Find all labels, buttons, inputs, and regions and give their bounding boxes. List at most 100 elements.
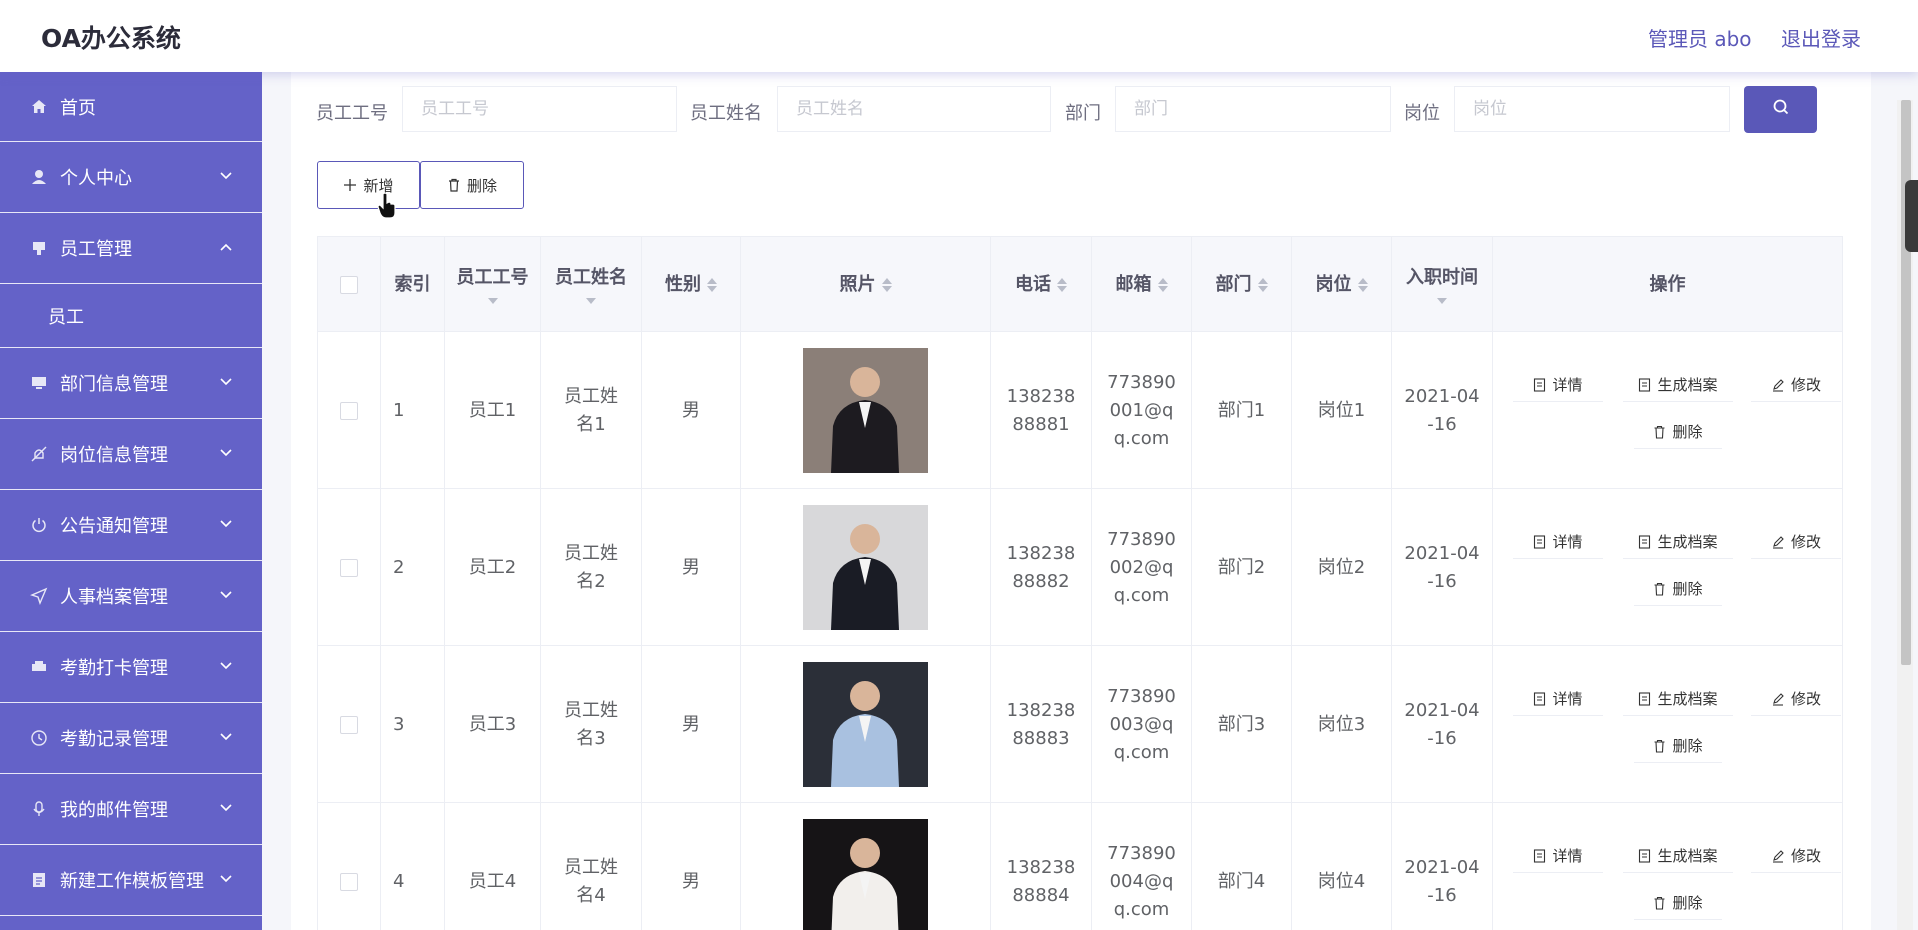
edit-button[interactable]: 修改 <box>1751 368 1841 402</box>
cell-index: 4 <box>381 803 445 930</box>
edit-icon <box>1771 849 1785 863</box>
user-icon <box>29 167 49 187</box>
row-checkbox[interactable] <box>340 558 358 577</box>
sidebar-item-attendance-punch[interactable]: 考勤打卡管理 <box>0 632 262 703</box>
select-all-checkbox[interactable] <box>340 276 358 294</box>
detail-button[interactable]: 详情 <box>1513 368 1603 402</box>
cell-email: 773890003@qq.com <box>1092 646 1192 803</box>
cell-post: 岗位1 <box>1292 332 1392 489</box>
table-row: 1 员工1 员工姓名1 男 13823888881 773890001@qq.com 部门1… <box>317 332 1843 489</box>
side-handle <box>1905 180 1918 252</box>
header-email[interactable]: 邮箱 <box>1092 237 1192 333</box>
header-phone[interactable]: 电话 <box>991 237 1092 333</box>
archive-icon <box>1638 848 1651 863</box>
cell-hire-date: 2021-04-16 <box>1392 332 1493 489</box>
sort-icon <box>586 298 596 304</box>
sort-icon <box>707 278 717 292</box>
row-delete-button[interactable]: 删除 <box>1634 415 1722 449</box>
top-header: OA办公系统 管理员 abo 退出登录 <box>0 0 1918 72</box>
logout-link[interactable]: 退出登录 <box>1781 23 1861 52</box>
cell-email: 773890004@qq.com <box>1092 803 1192 930</box>
bell-off-icon <box>29 444 49 464</box>
header-emp-no[interactable]: 员工工号 <box>445 237 541 333</box>
sort-icon <box>487 298 498 304</box>
search-input-post[interactable] <box>1454 86 1730 132</box>
chevron-down-icon <box>216 585 236 605</box>
header-dept[interactable]: 部门 <box>1192 237 1292 333</box>
search-input-emp-name[interactable] <box>777 86 1051 132</box>
header-emp-name[interactable]: 员工姓名 <box>541 237 642 333</box>
sidebar-item-notice[interactable]: 公告通知管理 <box>0 490 262 561</box>
cell-actions: 详情 生成档案 修改 删除 <box>1493 646 1842 803</box>
generate-archive-button[interactable]: 生成档案 <box>1623 839 1733 873</box>
sidebar-item-profile[interactable]: 个人中心 <box>0 142 262 213</box>
row-checkbox[interactable] <box>340 715 358 734</box>
employee-photo[interactable] <box>803 505 928 630</box>
edit-button[interactable]: 修改 <box>1751 839 1841 873</box>
sort-icon <box>881 278 892 292</box>
document-icon <box>29 870 49 890</box>
cell-dept: 部门1 <box>1192 332 1292 489</box>
search-input-emp-no[interactable] <box>402 86 677 132</box>
generate-archive-button[interactable]: 生成档案 <box>1623 368 1733 402</box>
row-checkbox[interactable] <box>340 872 358 891</box>
cell-photo <box>741 489 991 646</box>
cell-phone: 13823888881 <box>991 332 1092 489</box>
search-label-post: 岗位 <box>1404 103 1440 124</box>
sidebar-subitem-employee[interactable]: 员工 <box>0 284 262 348</box>
header-hire-date[interactable]: 入职时间 <box>1392 237 1493 333</box>
sidebar-item-department[interactable]: 部门信息管理 <box>0 348 262 419</box>
edit-button[interactable]: 修改 <box>1751 682 1841 716</box>
row-checkbox[interactable] <box>340 401 358 420</box>
employee-photo[interactable] <box>803 819 928 930</box>
row-delete-button[interactable]: 删除 <box>1634 729 1722 763</box>
trash-icon <box>1653 739 1666 753</box>
cell-gender: 男 <box>642 332 741 489</box>
row-delete-button[interactable]: 删除 <box>1634 886 1722 920</box>
header-photo[interactable]: 照片 <box>741 237 991 333</box>
batch-delete-button[interactable]: 删除 <box>420 161 524 209</box>
cell-dept: 部门2 <box>1192 489 1292 646</box>
add-button[interactable]: 新增 <box>317 161 420 209</box>
generate-archive-button[interactable]: 生成档案 <box>1623 525 1733 559</box>
sidebar-item-position[interactable]: 岗位信息管理 <box>0 419 262 490</box>
sort-icon <box>1057 278 1067 292</box>
archive-icon <box>1638 377 1651 392</box>
archive-icon <box>1638 534 1651 549</box>
row-delete-button[interactable]: 删除 <box>1634 572 1722 606</box>
power-icon <box>29 515 49 535</box>
document-icon <box>1533 534 1546 549</box>
cell-actions: 详情 生成档案 修改 删除 <box>1493 803 1842 930</box>
cell-emp-name: 员工姓名3 <box>541 646 642 803</box>
employee-photo[interactable] <box>803 348 928 473</box>
cell-phone: 13823888884 <box>991 803 1092 930</box>
search-label-emp-no: 员工工号 <box>316 103 388 124</box>
employee-photo[interactable] <box>803 662 928 787</box>
sidebar-item-home[interactable]: 首页 <box>0 72 262 142</box>
document-icon <box>1533 691 1546 706</box>
cell-emp-no: 员工4 <box>445 803 541 930</box>
sidebar-item-staff[interactable]: 员工管理 <box>0 213 262 284</box>
sidebar-item-mail[interactable]: 我的邮件管理 <box>0 774 262 845</box>
sidebar-item-attendance-record[interactable]: 考勤记录管理 <box>0 703 262 774</box>
sidebar-item-work-template[interactable]: 新建工作模板管理 <box>0 845 262 916</box>
detail-button[interactable]: 详情 <box>1513 682 1603 716</box>
clock-icon <box>29 728 49 748</box>
cell-gender: 男 <box>642 489 741 646</box>
sidebar-item-hr-archive[interactable]: 人事档案管理 <box>0 561 262 632</box>
detail-button[interactable]: 详情 <box>1513 839 1603 873</box>
search-input-dept[interactable] <box>1115 86 1391 132</box>
generate-archive-button[interactable]: 生成档案 <box>1623 682 1733 716</box>
chevron-down-icon <box>216 869 236 889</box>
header-gender[interactable]: 性别 <box>642 237 741 333</box>
detail-button[interactable]: 详情 <box>1513 525 1603 559</box>
edit-button[interactable]: 修改 <box>1751 525 1841 559</box>
admin-user-label[interactable]: 管理员 abo <box>1648 23 1752 52</box>
archive-icon <box>1638 691 1651 706</box>
cell-email: 773890001@qq.com <box>1092 332 1192 489</box>
header-post[interactable]: 岗位 <box>1292 237 1392 333</box>
chevron-down-icon <box>216 443 236 463</box>
search-button[interactable] <box>1744 86 1817 133</box>
cell-index: 3 <box>381 646 445 803</box>
cell-index: 1 <box>381 332 445 489</box>
